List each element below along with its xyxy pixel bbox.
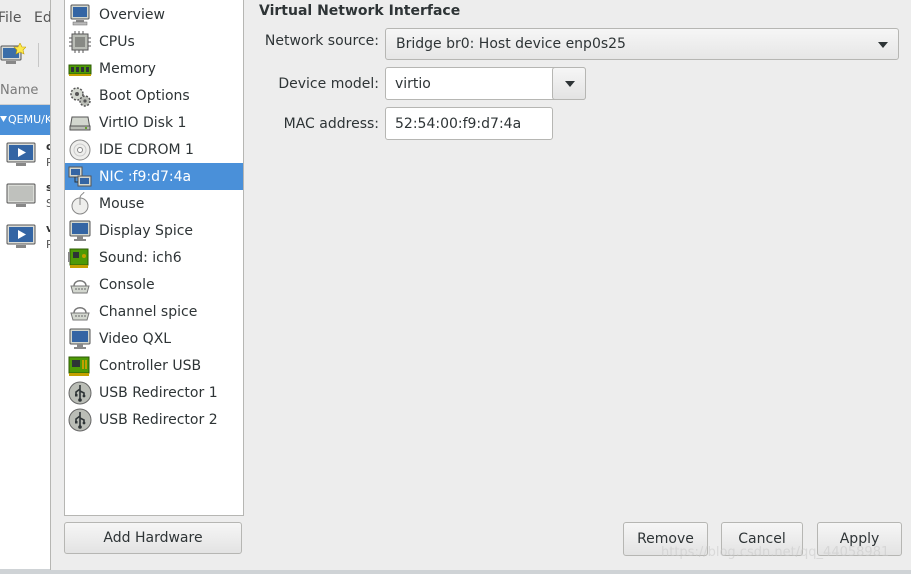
running-vm-icon [6, 142, 36, 166]
usb-icon [68, 381, 92, 404]
running-vm-icon [6, 224, 36, 248]
network-source-label: Network source: [264, 33, 379, 49]
chevron-down-icon [878, 42, 888, 48]
hardware-item-3[interactable]: Boot Options [65, 82, 243, 109]
hardware-item-label: USB Redirector 1 [99, 384, 218, 401]
hardware-item-7[interactable]: Mouse [65, 190, 243, 217]
hardware-item-0[interactable]: Overview [65, 1, 243, 28]
hardware-list: Overview CPUs Memory Boot Options VirtIO Dis… [64, 0, 244, 516]
toolbar [0, 37, 50, 73]
hardware-item-label: Sound: ich6 [99, 249, 182, 266]
serial-icon [70, 279, 90, 293]
hardware-item-11[interactable]: Channel spice [65, 298, 243, 325]
menubar: File Ed [0, 0, 52, 36]
hardware-item-12[interactable]: Video QXL [65, 325, 243, 352]
network-source-select[interactable]: Bridge br0: Host device enp0s25 [385, 28, 899, 60]
vm-row[interactable]: v R [0, 218, 54, 258]
memory-icon [68, 64, 92, 76]
display-icon [69, 328, 91, 349]
disk-icon [69, 116, 91, 130]
hardware-item-label: Overview [99, 6, 165, 23]
hardware-item-label: Display Spice [99, 222, 194, 239]
serial-icon [70, 306, 90, 320]
hardware-item-14[interactable]: USB Redirector 1 [65, 379, 243, 406]
hardware-item-label: Controller USB [99, 357, 202, 374]
vm-list-header[interactable]: Name [0, 80, 50, 105]
chevron-down-icon [565, 81, 575, 87]
mac-address-label: MAC address: [283, 116, 379, 132]
menu-file[interactable]: File [0, 10, 21, 26]
hardware-item-label: USB Redirector 2 [99, 411, 218, 428]
expander-icon[interactable] [0, 116, 7, 124]
vm-row[interactable]: s S [0, 177, 53, 217]
vm-row[interactable]: c R [0, 136, 54, 176]
mac-address-value: 52:54:00:f9:d7:4a [395, 116, 522, 132]
hardware-item-label: Console [99, 276, 155, 293]
new-vm-icon[interactable] [0, 43, 26, 67]
hardware-item-8[interactable]: Display Spice [65, 217, 243, 244]
cdrom-icon [69, 139, 91, 160]
device-model-value: virtio [395, 76, 431, 92]
section-title: Virtual Network Interface [259, 3, 461, 19]
hardware-item-label: CPUs [99, 33, 135, 50]
hardware-item-6[interactable]: NIC :f9:d7:4a [65, 163, 243, 190]
hardware-item-label: IDE CDROM 1 [99, 141, 194, 158]
gears-icon [70, 86, 91, 107]
name-column-header[interactable]: Name [0, 83, 38, 98]
stopped-vm-icon [6, 183, 36, 207]
hardware-item-label: Boot Options [99, 87, 190, 104]
monitor-icon [70, 4, 90, 25]
hardware-item-label: Memory [99, 60, 156, 77]
hardware-item-10[interactable]: Console [65, 271, 243, 298]
controller-icon [68, 356, 90, 376]
hardware-item-2[interactable]: Memory [65, 55, 243, 82]
sound-card-icon [68, 248, 89, 268]
hardware-item-15[interactable]: USB Redirector 2 [65, 406, 243, 433]
hardware-item-9[interactable]: Sound: ich6 [65, 244, 243, 271]
watermark: https://blog.csdn.net/qq_44058981 [661, 545, 890, 560]
display-icon [69, 220, 91, 241]
device-model-label: Device model: [278, 76, 379, 92]
host-row[interactable]: QEMU/K [0, 105, 53, 135]
hardware-item-13[interactable]: Controller USB [65, 352, 243, 379]
hardware-item-5[interactable]: IDE CDROM 1 [65, 136, 243, 163]
usb-icon [68, 408, 92, 431]
hardware-item-label: NIC :f9:d7:4a [99, 168, 192, 185]
host-label: QEMU/K [8, 113, 53, 126]
hardware-item-1[interactable]: CPUs [65, 28, 243, 55]
hardware-item-label: Mouse [99, 195, 145, 212]
device-model-dropdown-button[interactable] [552, 67, 586, 100]
network-icon [68, 166, 92, 186]
hardware-item-label: VirtIO Disk 1 [99, 114, 187, 131]
network-source-value: Bridge br0: Host device enp0s25 [396, 36, 626, 52]
mac-address-field[interactable]: 52:54:00:f9:d7:4a [385, 107, 553, 140]
hardware-item-label: Channel spice [99, 303, 198, 320]
add-hardware-button[interactable]: Add Hardware [64, 522, 242, 554]
vm-details-dialog: Overview CPUs Memory Boot Options VirtIO Dis… [50, 0, 911, 570]
hardware-item-label: Video QXL [99, 330, 172, 347]
cpu-icon [69, 30, 91, 53]
manager-window: File Ed Name QEMU/K c R [0, 0, 54, 574]
hardware-item-4[interactable]: VirtIO Disk 1 [65, 109, 243, 136]
mouse-icon [71, 191, 89, 214]
